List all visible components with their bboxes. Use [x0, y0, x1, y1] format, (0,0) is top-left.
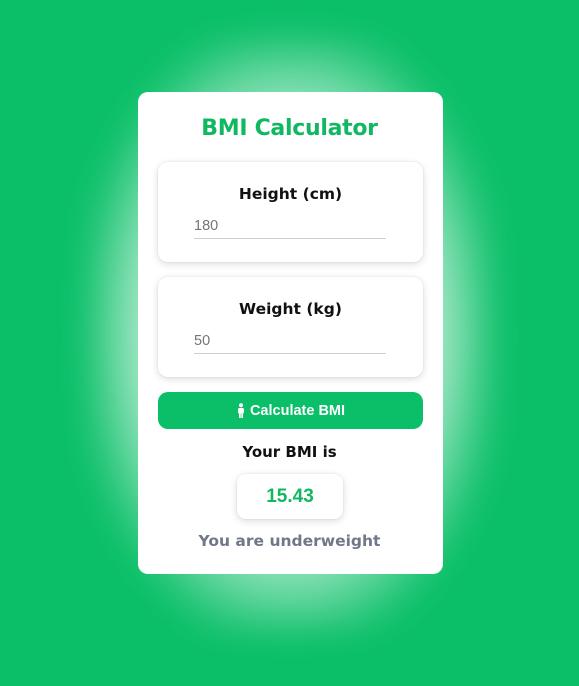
bmi-result-value: 15.43 [237, 474, 343, 519]
calculate-bmi-label: Calculate BMI [249, 402, 346, 419]
weight-field-card: Weight (kg) [158, 277, 423, 377]
person-icon [236, 403, 246, 418]
result-label: Your BMI is [242, 443, 337, 461]
weight-input[interactable] [194, 328, 386, 354]
height-label: Height (cm) [238, 185, 343, 203]
page-title: BMI Calculator [201, 116, 378, 141]
height-field-card: Height (cm) [158, 162, 423, 262]
weight-label: Weight (kg) [239, 300, 342, 318]
bmi-status-text: You are underweight [198, 532, 381, 550]
calculate-bmi-button[interactable]: Calculate BMI [158, 392, 423, 429]
height-input[interactable] [194, 213, 386, 239]
